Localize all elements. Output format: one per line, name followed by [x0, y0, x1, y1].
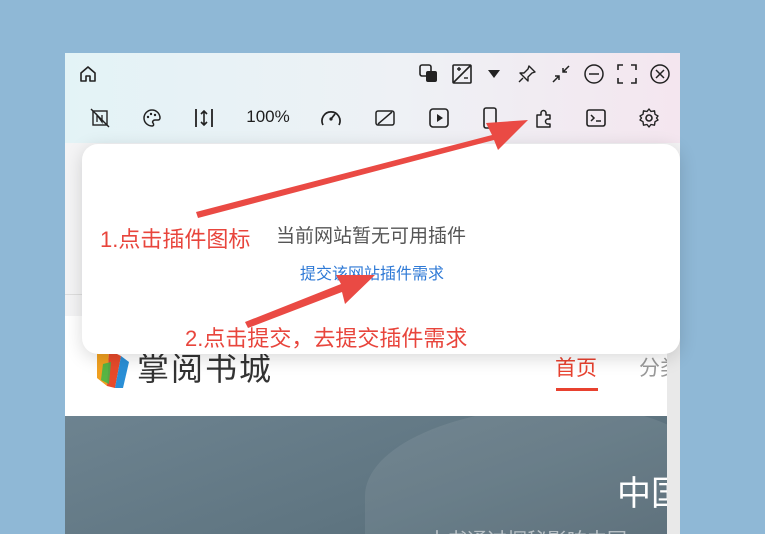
play-icon[interactable] [427, 107, 451, 129]
hero-title: 中国 [617, 474, 667, 514]
annotation-step2: 2.点击提交，去提交插件需求 [185, 326, 468, 351]
vertical-resize-icon[interactable] [193, 107, 215, 129]
settings-icon[interactable] [637, 107, 661, 129]
nav-home[interactable]: 首页 [555, 352, 597, 382]
switch-windows-icon[interactable] [417, 62, 441, 86]
ad-block-icon[interactable] [373, 107, 397, 129]
home-icon[interactable] [77, 63, 99, 85]
no-extension-message: 当前网站暂无可用插件 [276, 226, 467, 247]
dropdown-caret-icon[interactable] [485, 65, 503, 83]
close-icon[interactable] [648, 62, 672, 86]
no-image-icon[interactable] [89, 107, 111, 129]
terminal-icon[interactable] [584, 107, 608, 129]
minimize-icon[interactable] [582, 62, 606, 86]
palette-icon[interactable] [141, 107, 163, 129]
shrink-icon[interactable] [549, 62, 573, 86]
annotation-step1: 1.点击插件图标 [100, 227, 251, 252]
toolbar-row-tools: 100% [65, 101, 680, 137]
fullscreen-icon[interactable] [615, 62, 639, 86]
hero-banner[interactable]: 中国 本书通过探秘影响中国 [65, 416, 667, 534]
submit-request-link[interactable]: 提交该网站插件需求 [300, 260, 444, 284]
pin-icon[interactable] [515, 62, 539, 86]
hero-subtitle: 本书通过探秘影响中国 [427, 524, 627, 534]
image-edit-icon[interactable] [450, 62, 474, 86]
browser-toolbar: 100% [65, 53, 680, 143]
toolbar-row-window-controls [65, 53, 680, 95]
nav-active-indicator [556, 388, 598, 391]
speed-dial-icon[interactable] [319, 107, 343, 129]
logo-icon [97, 350, 129, 388]
phone-icon[interactable] [480, 107, 500, 129]
zoom-level[interactable]: 100% [243, 107, 293, 127]
extension-icon[interactable] [532, 107, 556, 129]
